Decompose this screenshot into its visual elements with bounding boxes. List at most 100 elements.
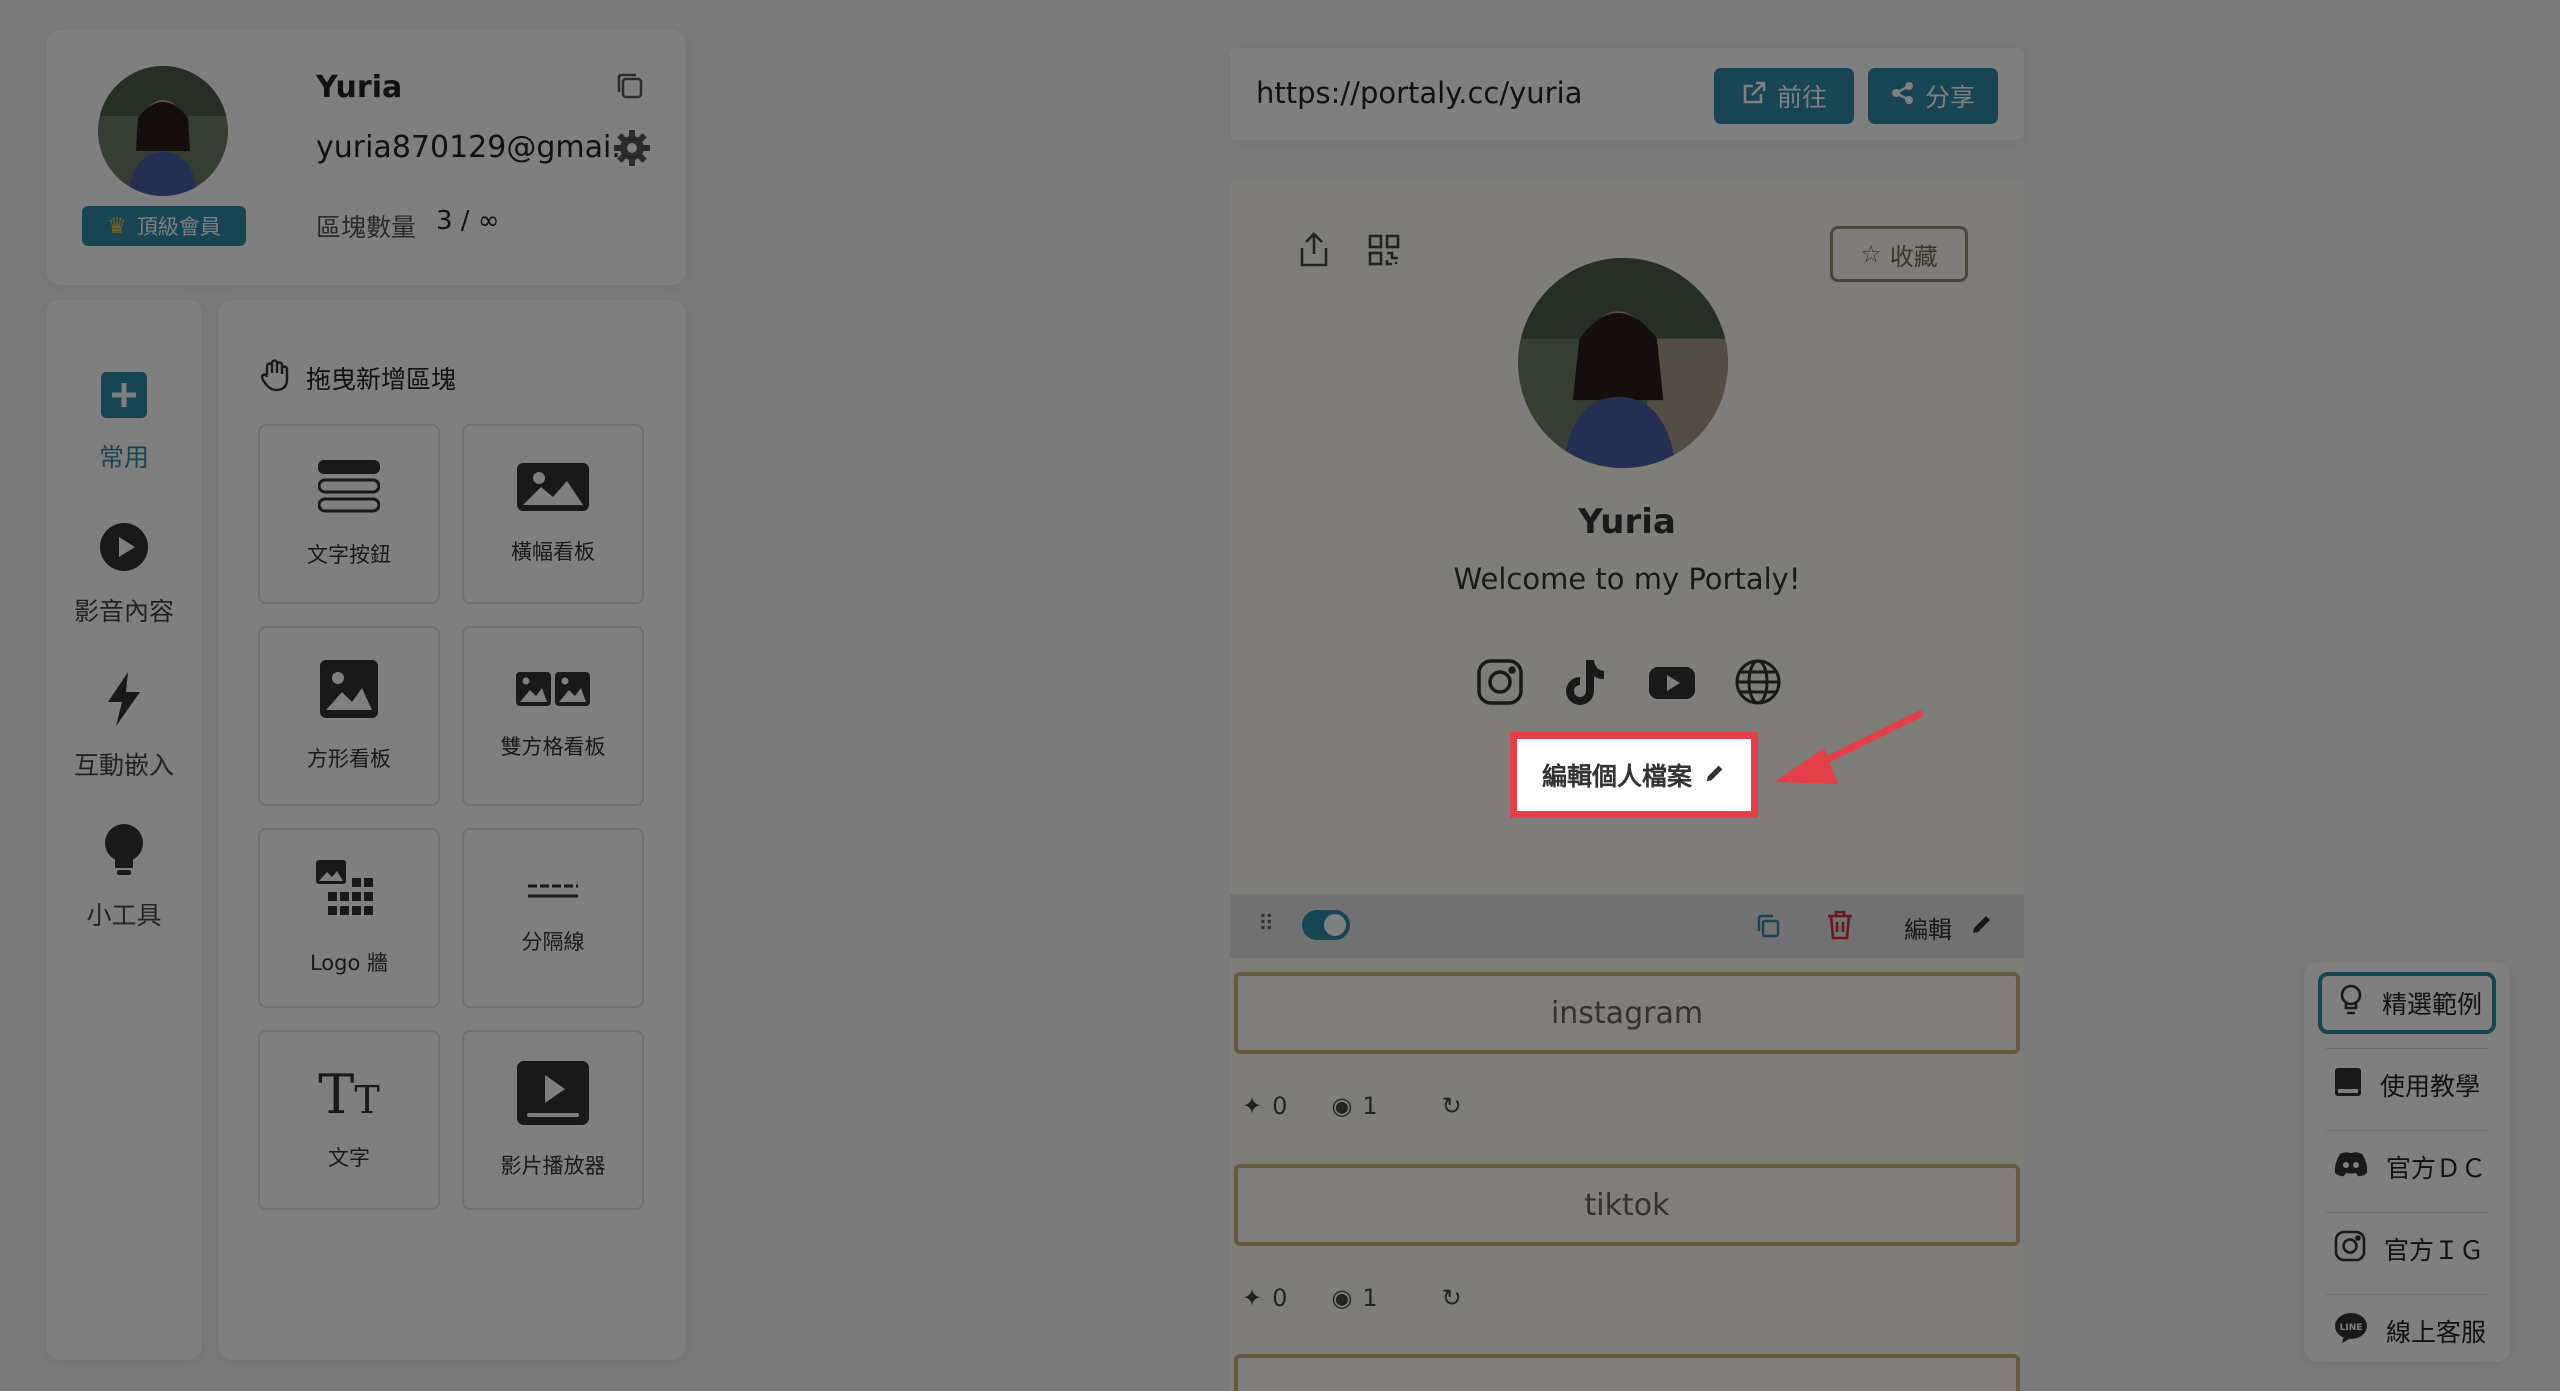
link-stats: ✦ 0 ◉ 1 ↻: [1242, 1086, 1462, 1126]
premium-badge: ♛ 頂級會員: [82, 206, 246, 246]
block-edit-label[interactable]: 編輯: [1904, 910, 1952, 945]
divider: [2326, 1294, 2488, 1295]
view-count: 1: [1362, 1284, 1378, 1312]
lightning-icon: [104, 672, 144, 732]
duplicate-icon[interactable]: [1754, 912, 1782, 944]
divider-icon: [528, 881, 578, 906]
divider: [2326, 1130, 2488, 1131]
preview-avatar: [1518, 258, 1728, 468]
tile-label: 橫幅看板: [511, 539, 595, 564]
click-icon: ✦: [1242, 1092, 1263, 1120]
refresh-icon[interactable]: ↻: [1442, 1092, 1462, 1120]
preview-name: Yuria: [1578, 502, 1676, 542]
help-item-examples[interactable]: 精選範例: [2318, 972, 2496, 1034]
tile-divider[interactable]: 分隔線: [462, 828, 644, 1008]
star-icon: ☆: [1860, 240, 1882, 268]
tile-square-image[interactable]: 方形看板: [258, 626, 440, 806]
rail-item-tools[interactable]: 小工具: [46, 824, 202, 932]
palette-title: 拖曳新增區塊: [258, 358, 456, 398]
bulb-icon: [2338, 984, 2364, 1022]
block-toolbar: ⠿ 編輯: [1230, 894, 2024, 958]
svg-text:LINE: LINE: [2340, 1323, 2363, 1333]
qrcode-icon[interactable]: [1368, 234, 1400, 270]
go-button[interactable]: 前往: [1714, 68, 1854, 124]
link-button-tiktok[interactable]: tiktok: [1234, 1164, 2020, 1246]
share-button[interactable]: 分享: [1868, 68, 1998, 124]
help-item-instagram[interactable]: 官方ＩＧ: [2318, 1218, 2496, 1280]
tile-video-player[interactable]: 影片播放器: [462, 1030, 644, 1210]
rail-item-label: 影音內容: [73, 597, 174, 626]
help-item-support[interactable]: LINE 線上客服: [2318, 1300, 2496, 1362]
tiktok-icon[interactable]: [1562, 658, 1610, 706]
text-icon: TT: [318, 1063, 380, 1126]
tile-label: 文字按鈕: [307, 542, 391, 567]
trash-icon[interactable]: [1826, 910, 1854, 944]
youtube-icon[interactable]: [1648, 658, 1696, 706]
tile-double-image[interactable]: 雙方格看板: [462, 626, 644, 806]
help-panel: 精選範例 使用教學 官方ＤＣ 官方ＩＧ LINE 線上客服: [2304, 962, 2510, 1362]
share-icon: [1891, 81, 1915, 111]
profile-email: yuria870129@gmai...: [316, 130, 640, 165]
hand-drag-icon: [258, 358, 292, 398]
tile-logo-wall[interactable]: Logo 牆: [258, 828, 440, 1008]
external-link-icon: [1741, 80, 1767, 112]
crown-icon: ♛: [107, 213, 127, 239]
click-count: 0: [1272, 1092, 1288, 1120]
tile-text[interactable]: TT 文字: [258, 1030, 440, 1210]
discord-icon: [2334, 1151, 2368, 1183]
profile-name: Yuria: [316, 70, 403, 105]
favorite-label: 收藏: [1889, 242, 1938, 271]
eye-icon: ◉: [1331, 1092, 1353, 1120]
pencil-icon: [1704, 761, 1726, 790]
logo-wall-icon: [316, 859, 382, 927]
rail-item-common[interactable]: 常用: [46, 372, 202, 474]
eye-icon: ◉: [1331, 1284, 1353, 1312]
tile-label: 文字: [328, 1146, 370, 1170]
share-button-label: 分享: [1924, 83, 1975, 112]
tile-label: 影片播放器: [500, 1153, 606, 1178]
favorite-button[interactable]: ☆ 收藏: [1830, 226, 1968, 282]
avatar[interactable]: [98, 66, 228, 196]
rail-item-media[interactable]: 影音內容: [46, 522, 202, 628]
link-button-partial[interactable]: [1234, 1354, 2020, 1391]
page-url[interactable]: https://portaly.cc/yuria: [1256, 76, 1582, 110]
play-circle-icon: [99, 522, 149, 578]
refresh-icon[interactable]: ↻: [1442, 1284, 1462, 1312]
tile-text-button[interactable]: 文字按鈕: [258, 424, 440, 604]
video-player-icon: [517, 1060, 589, 1130]
edit-profile-button[interactable]: 編輯個人檔案: [1510, 732, 1758, 818]
click-count: 0: [1272, 1284, 1288, 1312]
tile-label: 雙方格看板: [500, 734, 606, 759]
visibility-toggle[interactable]: [1302, 910, 1350, 944]
edit-profile-label: 編輯個人檔案: [1541, 762, 1692, 791]
divider: [2326, 1048, 2488, 1049]
instagram-icon[interactable]: [1476, 658, 1524, 706]
pencil-icon[interactable]: [1970, 912, 1994, 940]
upload-icon[interactable]: [1298, 232, 1330, 272]
rail-item-label: 小工具: [86, 901, 162, 930]
profile-card: ♛ 頂級會員 Yuria yuria870129@gmai... 區塊數量 3 …: [46, 30, 686, 285]
link-button-instagram[interactable]: instagram: [1234, 972, 2020, 1054]
blocks-count-label: 區塊數量: [316, 213, 417, 242]
tile-banner[interactable]: 橫幅看板: [462, 424, 644, 604]
click-icon: ✦: [1242, 1284, 1263, 1312]
link-label: instagram: [1550, 995, 1704, 1031]
block-palette: 拖曳新增區塊 文字按鈕 橫幅看板 方形看板 雙方格看板 Logo 牆 分隔線 T…: [218, 300, 686, 1360]
help-item-discord[interactable]: 官方ＤＣ: [2318, 1136, 2496, 1198]
rail-item-embed[interactable]: 互動嵌入: [46, 672, 202, 782]
help-label: 官方ＩＧ: [2384, 1236, 2485, 1265]
help-item-tutorial[interactable]: 使用教學: [2318, 1054, 2496, 1116]
help-label: 官方ＤＣ: [2386, 1154, 2487, 1183]
bulb-icon: [103, 824, 145, 882]
drag-handle-icon[interactable]: ⠿: [1258, 912, 1274, 937]
line-icon: LINE: [2334, 1312, 2368, 1350]
globe-icon[interactable]: [1734, 658, 1782, 706]
text-button-icon: [317, 459, 381, 519]
link-label: tiktok: [1584, 1187, 1670, 1223]
gear-icon[interactable]: [612, 128, 652, 168]
badge-label: 頂級會員: [136, 215, 221, 239]
pointer-arrow-icon: [1770, 708, 1930, 808]
tile-label: 方形看板: [307, 746, 391, 771]
copy-icon[interactable]: [612, 68, 648, 104]
banner-icon: [517, 462, 589, 516]
